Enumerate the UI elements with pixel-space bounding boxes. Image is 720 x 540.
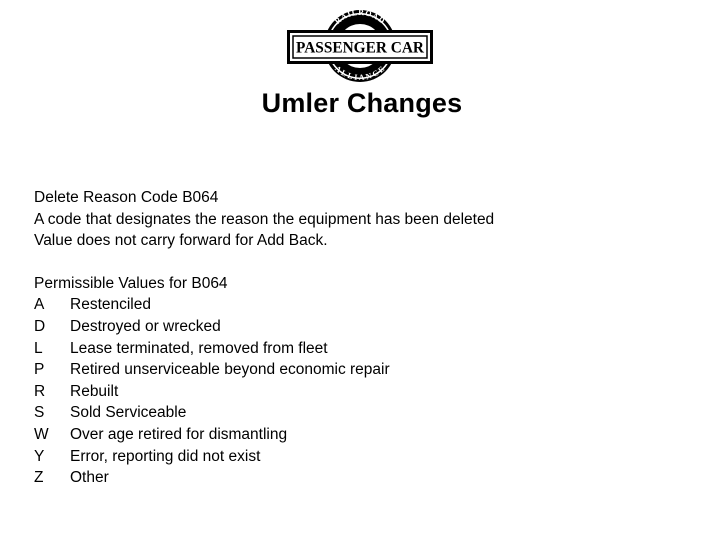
- document-body: Delete Reason Code B064 A code that desi…: [34, 187, 494, 489]
- logo-band-text: PASSENGER CAR: [296, 40, 425, 57]
- value-row: S Sold Serviceable: [34, 402, 494, 424]
- value-code: R: [34, 382, 46, 400]
- value-description: Lease terminated, removed from fleet: [70, 339, 328, 357]
- value-description: Over age retired for dismantling: [70, 425, 288, 443]
- value-row: Z Other: [34, 467, 494, 489]
- passenger-car-alliance-logo: RAILROAD ALLIANCE PASSENGER CAR: [285, 8, 435, 84]
- value-code: S: [34, 404, 45, 422]
- value-row: L Lease terminated, removed from fleet: [34, 338, 494, 360]
- logo-graphic: RAILROAD ALLIANCE PASSENGER CAR: [287, 8, 433, 82]
- value-row: R Rebuilt: [34, 381, 494, 403]
- value-code: Z: [34, 469, 44, 487]
- definition-line: Value does not carry forward for Add Bac…: [34, 232, 328, 250]
- definition-section: Delete Reason Code B064 A code that desi…: [34, 187, 494, 252]
- value-description: Destroyed or wrecked: [70, 317, 221, 335]
- value-code: P: [34, 361, 45, 379]
- permissible-values-heading: Permissible Values for B064: [34, 274, 228, 292]
- value-description: Error, reporting did not exist: [70, 447, 261, 465]
- value-code: L: [34, 339, 43, 357]
- value-code: A: [34, 296, 45, 314]
- definition-heading: Delete Reason Code B064: [34, 189, 219, 206]
- value-description: Restenciled: [70, 296, 151, 314]
- value-row: D Destroyed or wrecked: [34, 316, 494, 338]
- value-row: A Restenciled: [34, 294, 494, 316]
- value-description: Sold Serviceable: [70, 404, 187, 422]
- value-description: Rebuilt: [70, 382, 119, 400]
- page-title: Umler Changes: [261, 88, 463, 118]
- value-description: Retired unserviceable beyond economic re…: [70, 361, 390, 379]
- value-description: Other: [70, 469, 109, 487]
- value-row: P Retired unserviceable beyond economic …: [34, 359, 494, 381]
- value-code: D: [34, 317, 46, 335]
- value-code: Y: [34, 447, 45, 465]
- permissible-values-section: Permissible Values for B064 A Restencile…: [34, 273, 494, 489]
- definition-line: A code that designates the reason the eq…: [34, 210, 495, 228]
- value-row: W Over age retired for dismantling: [34, 424, 494, 446]
- value-row: Y Error, reporting did not exist: [34, 446, 494, 468]
- value-code: W: [34, 425, 49, 443]
